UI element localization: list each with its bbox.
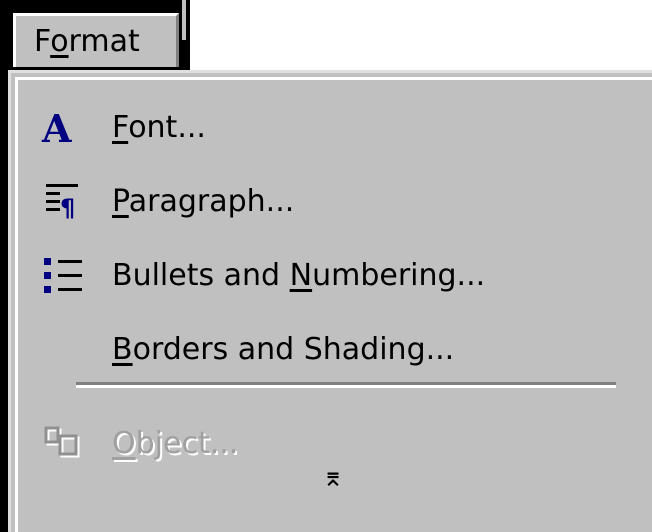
menu-item-borders-shading-mnemonic: B bbox=[112, 332, 133, 367]
menu-item-borders-shading[interactable]: Borders and Shading... bbox=[18, 322, 638, 378]
format-menu-title[interactable]: Format bbox=[13, 13, 179, 67]
menu-item-bullets-numbering[interactable]: Bullets and Numbering... bbox=[18, 248, 638, 304]
document-area bbox=[190, 0, 652, 70]
paragraph-icon: ¶ bbox=[38, 174, 88, 230]
menu-item-object-label: Object... bbox=[112, 416, 238, 472]
menu-item-font[interactable]: A Font... bbox=[18, 100, 638, 156]
menu-item-object-rest: bject... bbox=[135, 426, 239, 461]
menu-item-bullets-numbering-prefix: Bullets and bbox=[112, 258, 290, 293]
menu-item-font-mnemonic: F bbox=[112, 110, 129, 145]
chevron-double-down-icon[interactable]: ⌆ bbox=[313, 460, 353, 496]
object-icon bbox=[38, 416, 88, 472]
format-menu-title-mnemonic: o bbox=[50, 24, 69, 59]
menu-item-borders-shading-label: Borders and Shading... bbox=[112, 322, 454, 378]
menu-item-font-label: Font... bbox=[112, 100, 206, 156]
menubar-divider bbox=[182, 0, 186, 40]
menu-item-font-rest: ont... bbox=[128, 110, 206, 145]
menu-item-bullets-numbering-label: Bullets and Numbering... bbox=[112, 248, 485, 304]
format-menu-title-suffix: rmat bbox=[68, 24, 140, 59]
font-icon: A bbox=[38, 100, 88, 156]
menu-separator bbox=[76, 382, 616, 388]
format-dropdown-inner: A Font... ¶ Paragraph... Bullets and Num… bbox=[15, 77, 652, 532]
bullets-numbering-icon bbox=[38, 248, 88, 304]
menu-item-paragraph[interactable]: ¶ Paragraph... bbox=[18, 174, 638, 230]
format-menu-title-prefix: F bbox=[34, 24, 51, 59]
menu-item-object-mnemonic: O bbox=[112, 426, 136, 461]
menu-item-paragraph-label: Paragraph... bbox=[112, 174, 294, 230]
menu-item-paragraph-mnemonic: P bbox=[112, 184, 129, 219]
menu-item-bullets-numbering-mnemonic: N bbox=[289, 258, 313, 293]
format-dropdown-menu: A Font... ¶ Paragraph... Bullets and Num… bbox=[8, 70, 652, 532]
svg-text:A: A bbox=[41, 106, 72, 151]
menu-item-paragraph-rest: aragraph... bbox=[128, 184, 295, 219]
menu-item-borders-shading-rest: orders and Shading... bbox=[132, 332, 455, 367]
svg-text:¶: ¶ bbox=[60, 194, 75, 222]
menu-item-bullets-numbering-rest: umbering... bbox=[312, 258, 486, 293]
